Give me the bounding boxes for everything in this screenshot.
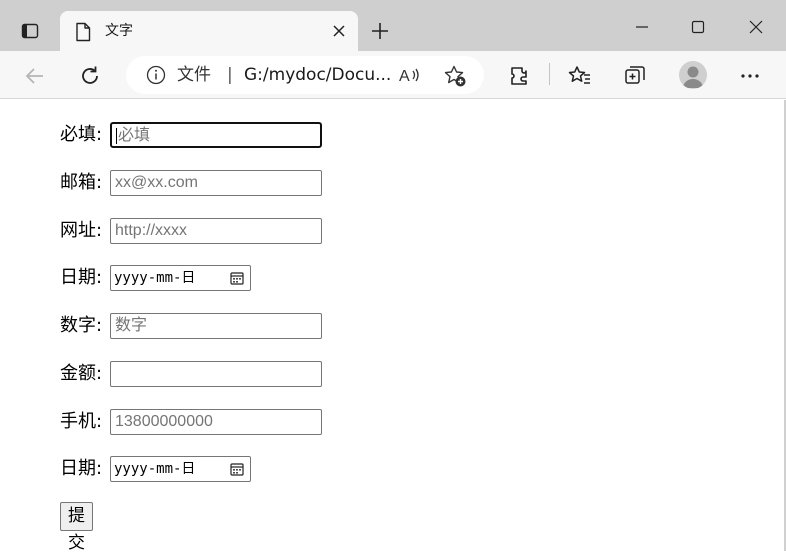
tab-strip: 文字 xyxy=(0,0,786,51)
document-icon xyxy=(76,22,91,42)
field-row-email: 邮箱: xx@xx.com xyxy=(60,170,322,196)
field-row-phone: 手机: 13800000000 xyxy=(60,409,322,435)
submit-button[interactable]: 提交 xyxy=(60,502,93,553)
field-row-url: 网址: http://xxxx xyxy=(60,218,322,244)
tab-close-button[interactable] xyxy=(330,22,348,40)
back-button[interactable] xyxy=(20,61,50,91)
email-placeholder: xx@xx.com xyxy=(115,174,198,191)
amount-input[interactable] xyxy=(110,361,322,387)
extensions-button[interactable] xyxy=(504,61,534,91)
date-input[interactable]: yyyy-mm-日 xyxy=(110,265,251,291)
text-caret xyxy=(116,127,117,144)
field-label: 数字: xyxy=(60,315,103,336)
number-placeholder: 数字 xyxy=(115,317,148,334)
field-row-amount: 金额: xyxy=(60,361,322,387)
profile-icon xyxy=(683,66,703,88)
field-label: 手机: xyxy=(60,411,103,432)
date-value: yyyy-mm-日 xyxy=(114,270,196,286)
more-icon xyxy=(741,74,759,78)
refresh-button[interactable] xyxy=(75,61,105,91)
field-label: 网址: xyxy=(60,220,103,241)
address-separator: | xyxy=(227,65,233,85)
new-tab-button[interactable] xyxy=(368,19,392,43)
close-window-button[interactable] xyxy=(741,12,771,42)
browser-toolbar: 文件 | G:/mydoc/Docu... A xyxy=(0,51,786,99)
svg-text:A: A xyxy=(399,68,410,85)
field-row-required: 必填: 必填 xyxy=(60,122,322,148)
read-aloud-icon[interactable]: A xyxy=(398,65,422,85)
field-label: 必填: xyxy=(60,124,103,145)
required-placeholder: 必填 xyxy=(118,127,151,144)
extensions-icon xyxy=(511,67,527,85)
plus-icon xyxy=(372,23,388,39)
calendar-icon[interactable] xyxy=(230,462,244,476)
field-row-date: 日期: yyyy-mm-日 xyxy=(60,265,251,291)
info-icon[interactable] xyxy=(146,65,166,85)
field-label: 日期: xyxy=(60,458,103,479)
minimize-button[interactable] xyxy=(627,12,657,42)
tab-actions-button[interactable] xyxy=(10,18,50,44)
field-label: 日期: xyxy=(60,267,103,288)
minimize-icon xyxy=(636,26,648,28)
field-label: 金额: xyxy=(60,363,103,384)
date-value: yyyy-mm-日 xyxy=(114,461,196,477)
address-scheme-label: 文件 xyxy=(177,65,211,85)
email-input[interactable]: xx@xx.com xyxy=(110,170,322,196)
field-row-date-2: 日期: yyyy-mm-日 xyxy=(60,456,251,482)
active-tab[interactable]: 文字 xyxy=(60,11,358,51)
required-input[interactable]: 必填 xyxy=(110,122,322,148)
tab-actions-icon xyxy=(21,23,39,39)
maximize-button[interactable] xyxy=(683,12,713,42)
favorites-icon xyxy=(568,66,590,84)
number-input[interactable]: 数字 xyxy=(110,313,322,339)
address-url[interactable]: G:/mydoc/Docu... xyxy=(244,64,391,86)
collections-button[interactable] xyxy=(620,61,650,91)
avatar[interactable] xyxy=(679,61,707,89)
more-button[interactable] xyxy=(735,61,765,91)
back-arrow-icon xyxy=(25,68,43,84)
refresh-icon xyxy=(82,66,98,84)
url-input[interactable]: http://xxxx xyxy=(110,218,322,244)
calendar-icon[interactable] xyxy=(230,271,244,285)
close-window-icon xyxy=(749,20,763,34)
address-bar[interactable]: 文件 | G:/mydoc/Docu... A xyxy=(126,56,484,94)
date-input-2[interactable]: yyyy-mm-日 xyxy=(110,456,251,482)
field-row-number: 数字: 数字 xyxy=(60,313,322,339)
phone-input[interactable]: 13800000000 xyxy=(110,409,322,435)
toolbar-divider xyxy=(549,63,550,85)
collections-icon xyxy=(625,66,645,84)
add-favorite-icon[interactable] xyxy=(443,64,467,88)
close-icon xyxy=(333,25,345,37)
phone-placeholder: 13800000000 xyxy=(115,413,213,430)
tab-title: 文字 xyxy=(105,23,133,39)
favorites-button[interactable] xyxy=(565,61,595,91)
maximize-icon xyxy=(691,20,705,34)
url-placeholder: http://xxxx xyxy=(115,222,188,239)
field-label: 邮箱: xyxy=(60,172,103,193)
